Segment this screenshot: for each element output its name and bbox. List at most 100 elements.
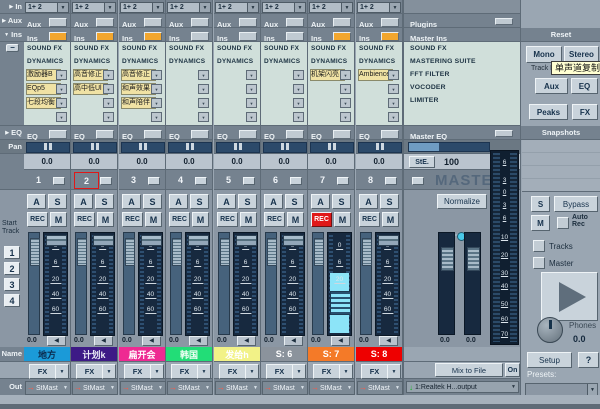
master-ins-row[interactable]: Master Ins (404, 28, 521, 42)
chevron-down-icon[interactable]: ▼ (198, 70, 209, 80)
channel-number[interactable]: 1 (27, 172, 50, 187)
fx-button[interactable]: FX (219, 364, 246, 379)
dynamics-label[interactable]: DYNAMICS (308, 55, 354, 68)
record-button[interactable]: REC (217, 212, 238, 227)
arm-button[interactable]: A (27, 194, 46, 209)
ins-state-button[interactable] (333, 32, 351, 41)
gain-slider-handle[interactable] (77, 238, 87, 266)
mix-on-button[interactable]: On (505, 363, 520, 377)
master-mute-button[interactable]: M (531, 215, 550, 231)
ins-section-header[interactable]: ▼ Ins (0, 28, 24, 42)
channel-number[interactable]: 5 (217, 172, 240, 187)
channel-name[interactable]: 韩国 (166, 347, 212, 362)
aux-state-button[interactable] (191, 18, 209, 27)
chevron-down-icon[interactable]: ▼ (246, 70, 257, 80)
chevron-down-icon[interactable]: ▼ (388, 112, 399, 122)
chevron-down-icon[interactable]: ▼ (151, 84, 162, 94)
pan-slider[interactable] (73, 142, 117, 153)
plugins-row[interactable]: Plugins (404, 14, 521, 28)
volume-fader[interactable]: 06204060 (138, 232, 163, 336)
channel-number[interactable]: 2 (74, 172, 99, 189)
eq-state-button[interactable] (286, 130, 304, 139)
chevron-down-icon[interactable]: ▼ (152, 3, 163, 12)
solo-button[interactable]: S (285, 194, 304, 209)
speaker-button[interactable]: ◀ (94, 336, 113, 346)
chevron-down-icon[interactable]: ▼ (339, 364, 353, 379)
chevron-down-icon[interactable]: ▼ (151, 98, 162, 108)
sound-fx-label[interactable]: SOUND FX (214, 42, 260, 55)
volume-fader-handle[interactable] (141, 235, 162, 246)
record-button[interactable]: REC (169, 212, 190, 227)
speaker-button[interactable]: ◀ (189, 336, 208, 346)
volume-fader[interactable]: 06204060 (327, 232, 352, 336)
channel-number[interactable]: 3 (122, 172, 145, 187)
channel-link-button[interactable] (337, 177, 349, 185)
volume-fader-handle[interactable] (330, 291, 351, 315)
record-button[interactable]: REC (27, 212, 48, 227)
chevron-down-icon[interactable]: ▼ (198, 112, 209, 122)
record-button[interactable]: REC (264, 212, 285, 227)
aux-button[interactable]: Aux (535, 78, 568, 94)
chevron-down-icon[interactable]: ▼ (56, 98, 67, 108)
solo-button[interactable]: S (380, 194, 399, 209)
speaker-button[interactable]: ◀ (284, 336, 303, 346)
chevron-down-icon[interactable]: ▼ (103, 98, 114, 108)
aux-state-button[interactable] (286, 18, 304, 27)
channel-name[interactable]: S: 7 (308, 347, 354, 362)
ins-state-button[interactable] (239, 32, 257, 41)
channel-number[interactable]: 7 (311, 172, 334, 187)
pan-handle[interactable] (328, 143, 336, 150)
ins-state-button[interactable] (144, 32, 162, 41)
gain-slider[interactable] (123, 232, 135, 335)
output-routing-select[interactable]: → StMast ▼ (25, 381, 71, 395)
sound-fx-label[interactable]: SOUND FX (119, 42, 165, 55)
channel-name[interactable]: 扁开会 (119, 347, 165, 362)
input-routing-select[interactable]: 1+ 2 ▼ (215, 2, 259, 13)
gain-slider[interactable] (218, 232, 230, 335)
chevron-down-icon[interactable]: ▼ (293, 98, 304, 108)
master-eq-state-button[interactable] (495, 130, 513, 137)
start-track-button-1[interactable]: 1 (4, 246, 20, 259)
input-routing-select[interactable]: 1+ 2 ▼ (357, 2, 401, 13)
chevron-down-icon[interactable]: ▼ (56, 84, 67, 94)
phones-knob[interactable] (537, 317, 563, 343)
eq-state-button[interactable] (191, 130, 209, 139)
volume-fader[interactable]: 06204060 (185, 232, 210, 336)
chevron-down-icon[interactable]: ▼ (293, 84, 304, 94)
volume-fader-handle[interactable] (378, 235, 399, 246)
record-button[interactable]: REC (122, 212, 143, 227)
output-routing-select[interactable]: → StMast ▼ (357, 381, 403, 395)
arm-button[interactable]: A (359, 194, 378, 209)
gain-slider-handle[interactable] (125, 238, 135, 266)
chevron-down-icon[interactable]: ▼ (587, 384, 597, 395)
chevron-down-icon[interactable]: ▼ (247, 3, 258, 12)
gain-slider-handle[interactable] (220, 238, 230, 266)
dynamics-label[interactable]: DYNAMICS (24, 55, 70, 68)
volume-fader-handle[interactable] (283, 235, 304, 246)
pan-handle[interactable] (234, 143, 242, 150)
chevron-down-icon[interactable]: ▼ (199, 3, 210, 12)
channel-link-button[interactable] (243, 177, 255, 185)
input-routing-select[interactable]: 1+ 2 ▼ (309, 2, 353, 13)
fx-button[interactable]: FX (171, 364, 198, 379)
gain-slider[interactable] (75, 232, 87, 335)
volume-fader[interactable]: 06204060 (43, 232, 68, 336)
chevron-down-icon[interactable]: ▼ (104, 3, 115, 12)
fx-button[interactable]: FX (572, 104, 598, 120)
gain-slider-handle[interactable] (172, 238, 182, 266)
ins-state-button[interactable] (96, 32, 114, 41)
chevron-down-icon[interactable]: ▼ (340, 70, 351, 80)
sound-fx-label[interactable]: SOUND FX (166, 42, 212, 55)
master-link-button[interactable] (412, 177, 424, 185)
solo-button[interactable]: S (143, 194, 162, 209)
chevron-down-icon[interactable]: ▼ (245, 364, 259, 379)
output-routing-select[interactable]: → StMast ▼ (262, 381, 308, 395)
channel-number[interactable]: 6 (264, 172, 287, 187)
solo-button[interactable]: S (332, 194, 351, 209)
chevron-down-icon[interactable]: ▼ (389, 3, 400, 12)
chevron-down-icon[interactable]: ▼ (387, 364, 401, 379)
master-fx-item[interactable]: MASTERING SUITE (404, 55, 521, 68)
channel-name[interactable]: S: 8 (356, 347, 402, 362)
master-fx-item[interactable]: SOUND FX (404, 42, 521, 55)
input-routing-select[interactable]: 1+ 2 ▼ (262, 2, 306, 13)
